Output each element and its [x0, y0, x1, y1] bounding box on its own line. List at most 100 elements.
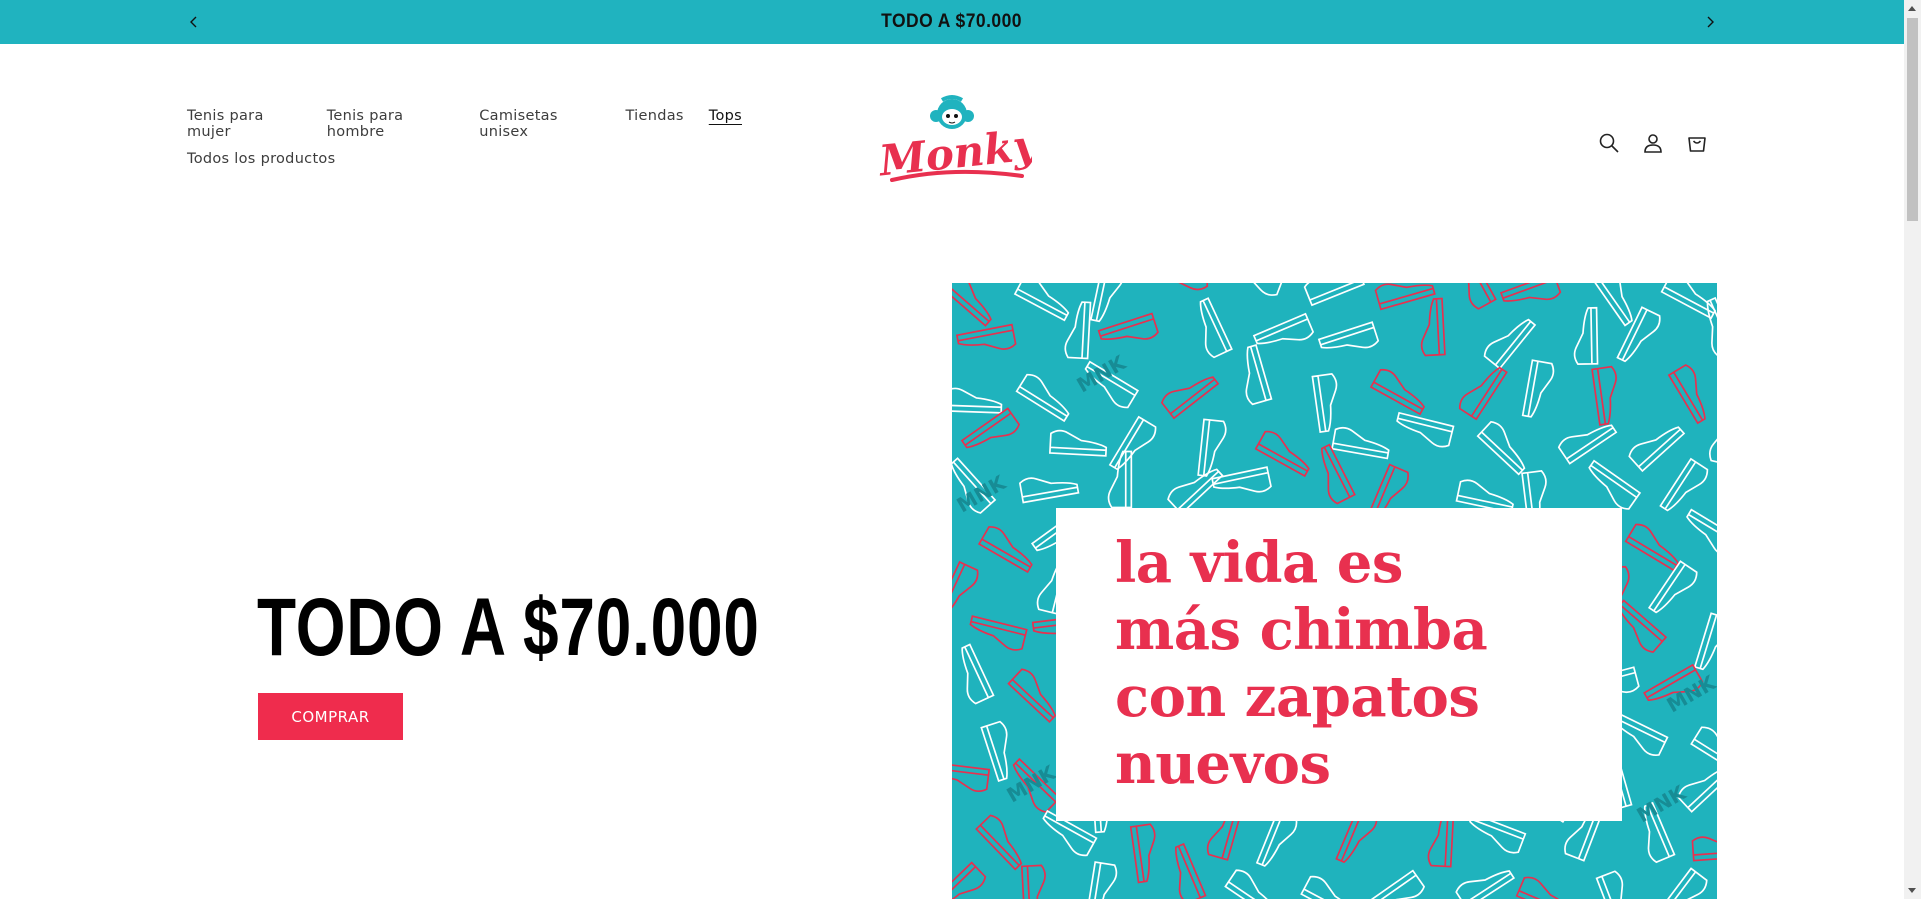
- scroll-up-arrow-icon[interactable]: [1908, 6, 1916, 11]
- sneaker-outline: [1197, 418, 1227, 477]
- nav-item-tenis-mujer[interactable]: Tenis para mujer: [187, 108, 302, 140]
- main-nav: Tenis para mujer Tenis para hombre Camis…: [187, 108, 767, 194]
- sneaker-outline: [961, 643, 995, 705]
- sneaker-outline: [1331, 426, 1390, 460]
- sneaker-outline: [1013, 283, 1070, 322]
- sneaker-outline: [952, 560, 979, 618]
- page-scrollbar[interactable]: [1904, 0, 1921, 899]
- sneaker-outline: [1150, 283, 1209, 291]
- sneaker-outline: [952, 861, 987, 899]
- sneaker-outline: [1108, 415, 1157, 471]
- sneaker-outline: [1303, 283, 1366, 307]
- scrollbar-thumb[interactable]: [1907, 18, 1918, 221]
- sneaker-outline: [1499, 283, 1562, 302]
- sneaker-outline: [977, 526, 1033, 574]
- announcement-message: TODO A $70.000: [881, 11, 1023, 32]
- sneaker-outline: [1369, 368, 1426, 416]
- nav-item-tops[interactable]: Tops: [709, 108, 742, 124]
- slogan-line: con zapatos: [1115, 664, 1480, 730]
- account-icon: [1644, 134, 1662, 153]
- sneaker-outline: [1628, 426, 1686, 473]
- sneaker-outline: [1174, 842, 1207, 899]
- nav-item-tiendas[interactable]: Tiendas: [625, 108, 683, 124]
- sneaker-outline: [1588, 459, 1642, 510]
- hero-title: TODO A $70.000: [257, 582, 760, 673]
- sneaker-outline: [1317, 321, 1380, 349]
- sneaker-outline: [1647, 560, 1698, 614]
- sneaker-outline: [1420, 297, 1446, 357]
- sneaker-outline: [1018, 477, 1080, 504]
- sneaker-outline: [1015, 373, 1070, 423]
- scroll-down-arrow-icon[interactable]: [1908, 888, 1916, 893]
- sneaker-outline: [1690, 726, 1717, 775]
- chevron-left-icon: [190, 16, 197, 28]
- sneaker-outline: [1129, 823, 1156, 884]
- sneaker-outline: [1048, 429, 1108, 457]
- announcement-next-button[interactable]: [1695, 0, 1725, 44]
- sneaker-outline: [1557, 424, 1618, 465]
- sneaker-outline: [1211, 466, 1272, 493]
- announcement-bar: TODO A $70.000: [0, 0, 1904, 44]
- sneaker-outline: [1656, 867, 1708, 899]
- cart-icon: [1688, 137, 1706, 152]
- chevron-right-icon: [1707, 16, 1714, 28]
- nav-item-camisetas-unisex[interactable]: Camisetas unisex: [479, 108, 600, 140]
- sneaker-outline: [1616, 306, 1661, 363]
- sneaker-outline: [969, 615, 1028, 651]
- cart-button[interactable]: [1684, 130, 1710, 156]
- sneaker-outline: [1686, 508, 1717, 557]
- sneaker-outline: [1706, 296, 1717, 359]
- slogan-line: nuevos: [1115, 731, 1331, 797]
- sneaker-outline: [1085, 861, 1118, 899]
- account-button[interactable]: [1640, 130, 1666, 156]
- sneaker-outline: [1245, 344, 1273, 406]
- header-actions: [1596, 130, 1710, 156]
- logo-wordmark: Monky: [875, 120, 1032, 186]
- banner-slogan: la vida es más chimba con zapatos nuevos: [1115, 530, 1615, 798]
- sneaker-outline: [1693, 612, 1717, 671]
- banner-slogan-card: la vida es más chimba con zapatos nuevos: [1056, 508, 1622, 821]
- sneaker-outline: [1591, 365, 1617, 426]
- sneaker-outline: [1708, 407, 1717, 466]
- sneaker-outline: [952, 283, 992, 327]
- sneaker-outline: [1227, 283, 1285, 296]
- brand-logo[interactable]: Monky: [872, 92, 1032, 192]
- sneaker-outline: [1595, 870, 1626, 899]
- nav-item-todos-productos[interactable]: Todos los productos: [187, 151, 335, 167]
- sneaker-outline: [1089, 283, 1125, 323]
- comprar-button[interactable]: COMPRAR: [258, 693, 403, 740]
- slogan-line: más chimba: [1115, 597, 1488, 663]
- sneaker-outline: [1365, 869, 1426, 899]
- sneaker-outline: [1483, 318, 1537, 370]
- sneaker-outline: [1311, 373, 1338, 434]
- sneaker-outline: [1064, 301, 1092, 360]
- sneaker-outline: [1254, 430, 1310, 478]
- sneaker-outline: [1460, 283, 1497, 310]
- sneaker-outline: [1020, 864, 1046, 899]
- sneaker-outline: [1667, 364, 1706, 425]
- sneaker-outline: [1160, 376, 1220, 420]
- sneaker-outline: [1374, 283, 1436, 311]
- promo-banner-image: MNK MNK MNK MNK MNK la vida es más chimba co…: [952, 283, 1717, 899]
- sneaker-outline: [1224, 869, 1278, 899]
- sneaker-outline: [1521, 359, 1555, 418]
- nav-item-tenis-hombre[interactable]: Tenis para hombre: [327, 108, 455, 140]
- sneaker-outline: [1476, 420, 1526, 476]
- announcement-prev-button[interactable]: [179, 0, 209, 44]
- pattern-mnk-text: MNK: [1633, 780, 1691, 828]
- sneaker-outline: [1396, 411, 1455, 448]
- sneaker-outline: [955, 323, 1017, 350]
- sneaker-outline: [952, 761, 991, 793]
- sneaker-outline: [960, 407, 1021, 449]
- sneaker-outline: [980, 720, 1008, 783]
- sneaker-outline: [1624, 523, 1680, 572]
- sneaker-outline: [1097, 312, 1159, 341]
- sneaker-outline: [1458, 366, 1508, 421]
- sneaker-outline: [1691, 836, 1717, 862]
- sneaker-outline: [1320, 443, 1356, 505]
- sneaker-outline: [975, 814, 1023, 871]
- search-icon: [1599, 133, 1619, 153]
- sneaker-outline: [1515, 876, 1573, 899]
- slogan-line: la vida es: [1115, 530, 1403, 596]
- search-button[interactable]: [1596, 130, 1622, 156]
